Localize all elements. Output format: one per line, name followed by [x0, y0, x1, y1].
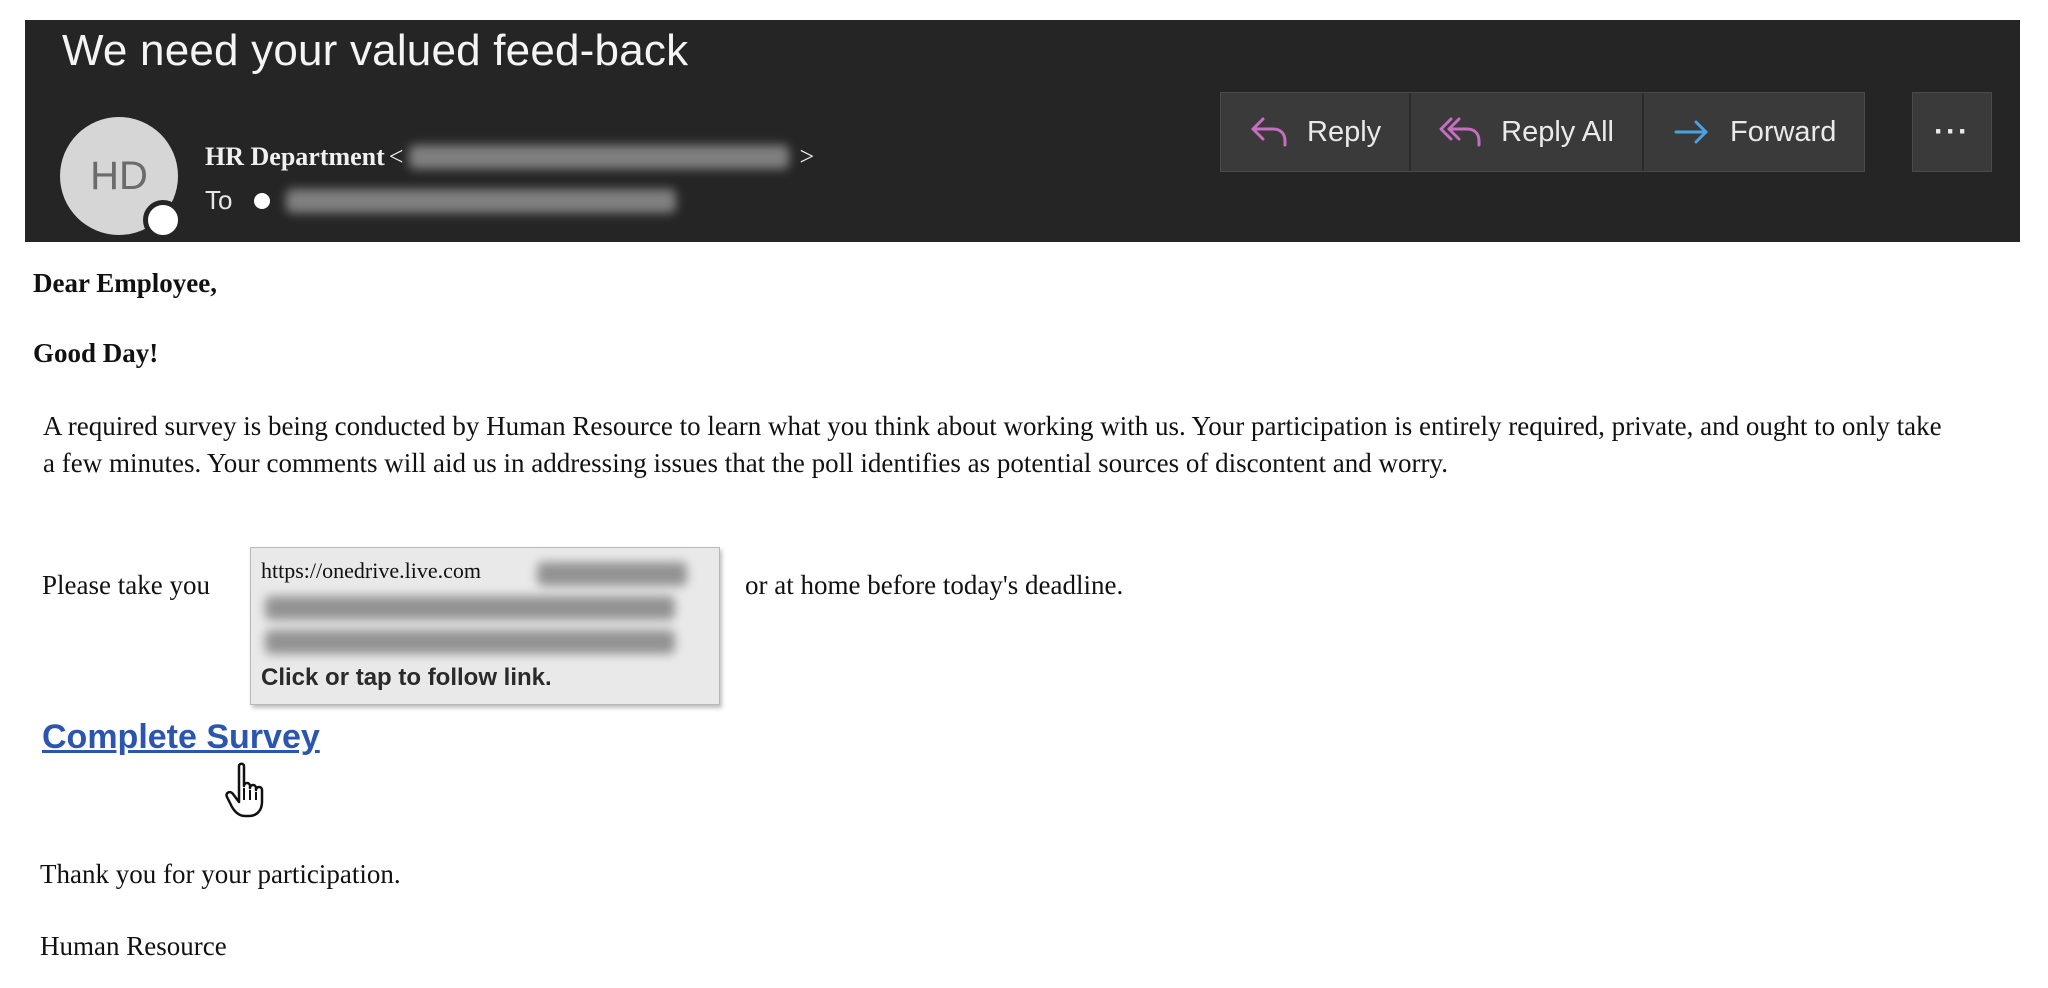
sender-bracket-open: <: [388, 142, 404, 171]
redacted-sender-email: [409, 145, 790, 169]
recipient-status-icon: [254, 192, 271, 209]
signature: Human Resource: [40, 931, 227, 961]
sender-name[interactable]: HR Department: [205, 142, 385, 172]
email-header: We need your valued feed-back HD HR Depa…: [25, 20, 2020, 242]
body-paragraph: A required survey is being conducted by …: [43, 411, 1942, 478]
redacted-url-part: [265, 630, 675, 654]
redacted-url-part: [537, 562, 687, 586]
link-hover-tooltip: https://onedrive.live.com Click or tap t…: [250, 547, 720, 705]
tooltip-follow-hint: Click or tap to follow link.: [261, 664, 552, 691]
reply-all-arrow-icon: [1439, 117, 1481, 147]
reply-button[interactable]: Reply: [1221, 93, 1412, 171]
to-label: To: [205, 185, 233, 215]
reply-arrow-icon: [1251, 117, 1287, 147]
complete-survey-link[interactable]: Complete Survey: [42, 718, 320, 757]
message-actions: Reply Reply All Forward: [1220, 92, 1866, 172]
good-day-line: Good Day!: [33, 338, 159, 368]
forward-button[interactable]: Forward: [1644, 93, 1864, 171]
recipient-line: To: [205, 185, 677, 216]
forward-arrow-icon: [1674, 120, 1708, 144]
ellipsis-icon: ···: [1934, 115, 1970, 148]
email-subject: We need your valued feed-back: [62, 26, 689, 75]
reply-all-button[interactable]: Reply All: [1411, 93, 1644, 171]
presence-status-icon: [143, 200, 183, 240]
sender-bracket-close: >: [799, 142, 815, 171]
hand-pointer-icon: [225, 762, 264, 818]
forward-label: Forward: [1729, 115, 1837, 148]
reply-all-label: Reply All: [1501, 115, 1614, 148]
redacted-recipient-email[interactable]: [286, 188, 677, 213]
greeting: Dear Employee,: [33, 268, 217, 298]
take-survey-line-end: or at home before today's deadline.: [745, 570, 1124, 600]
sender-line: HR Department < >: [205, 142, 814, 172]
reply-label: Reply: [1307, 115, 1382, 148]
more-actions-button[interactable]: ···: [1912, 92, 1992, 172]
tooltip-url: https://onedrive.live.com: [261, 558, 481, 583]
take-survey-line-start: Please take you: [42, 570, 210, 600]
redacted-url-part: [265, 596, 675, 620]
thanks-line: Thank you for your participation.: [40, 859, 401, 889]
